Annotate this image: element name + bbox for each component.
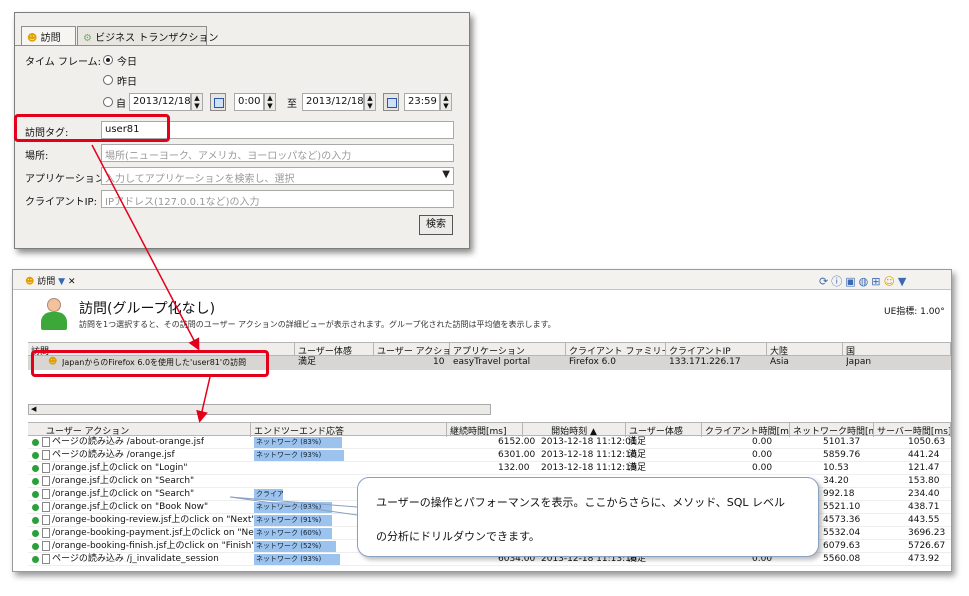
arrow-visit-to-actions (196, 376, 211, 423)
callout-pointer (229, 496, 358, 516)
arrow-tag-to-visit (91, 144, 200, 351)
annotation-arrows (91, 144, 358, 516)
